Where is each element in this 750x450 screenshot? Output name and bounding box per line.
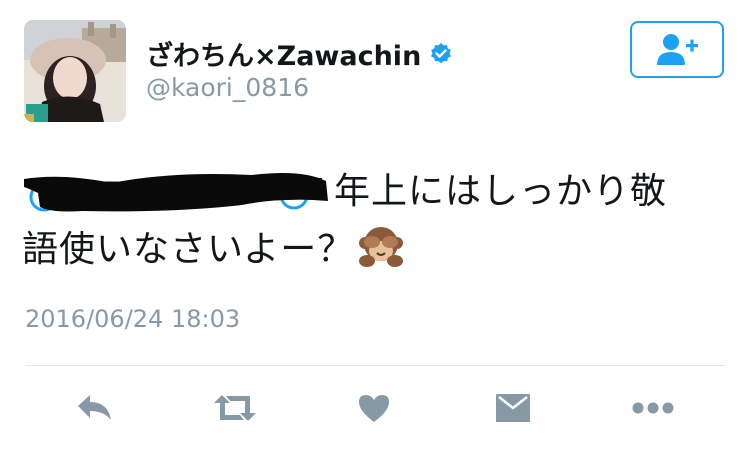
follow-button[interactable] [630,21,724,78]
reply-icon [78,395,111,420]
tweet-line-1: 年上にはしっかり敬 [334,171,668,212]
tweet-line-2: 語使いなさいよー？ [22,229,355,270]
avatar-photo [24,20,126,122]
tweet-actions [0,382,750,432]
message-icon [496,394,530,422]
like-icon [359,395,389,422]
tweet-text: 年上にはしっかり敬 語使いなさいよー？ [22,163,732,279]
like-button[interactable] [349,386,399,430]
verified-badge-icon [429,42,453,66]
action-divider [25,365,725,366]
user-handle[interactable]: @kaori_0816 [146,73,309,102]
tweet-line-2-row: 語使いなさいよー？ [22,221,732,279]
retweet-button[interactable] [210,386,260,430]
tweet-timestamp[interactable]: 2016/06/24 18:03 [25,305,240,333]
redaction-scribble [24,173,328,212]
reply-button[interactable] [70,386,120,430]
redacted-mention [22,167,334,217]
avatar[interactable] [24,20,126,122]
retweet-icon [214,395,256,421]
display-name[interactable]: ざわちん×Zawachin [146,34,453,73]
message-button[interactable] [488,386,538,430]
more-button[interactable] [628,386,678,430]
display-name-text: ざわちん×Zawachin [146,41,422,72]
see-no-evil-monkey-icon [358,223,404,269]
add-user-icon [657,33,698,65]
more-icon [632,402,674,414]
